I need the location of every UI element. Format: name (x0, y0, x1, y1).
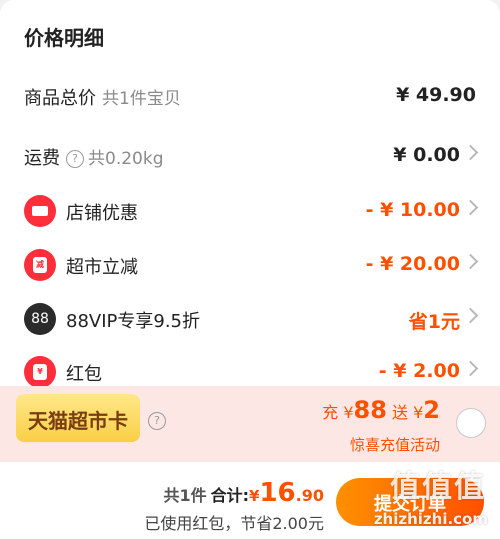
supermarket-card-badge: 天猫超市卡 (16, 394, 140, 442)
recharge-offer: 充 ¥88 送 ¥2 (322, 396, 440, 424)
vip-discount-row[interactable]: 88 88VIP专享9.5折 省1元 (0, 299, 500, 339)
red-packet-icon: ¥ (24, 356, 56, 388)
shipping-weight: 共0.20kg (88, 149, 164, 169)
chevron-right-icon (462, 199, 479, 216)
recharge-subtitle: 惊喜充值活动 (349, 436, 440, 454)
supermarket-card-promo[interactable]: 天猫超市卡 ? 充 ¥88 送 ¥2 惊喜充值活动 (0, 386, 500, 462)
goods-total-value: ¥ 49.90 (396, 84, 476, 106)
watermark-logo: 值值值 (390, 470, 486, 505)
shipping-row[interactable]: 运费? 共0.20kg ¥ 0.00 (0, 136, 500, 176)
shop-discount-label: 店铺优惠 (66, 203, 138, 224)
coupon-icon (24, 195, 56, 227)
discount-badge-icon: 减 (24, 249, 56, 281)
promo-select-radio[interactable] (456, 408, 486, 438)
shipping-value: ¥ 0.00 (393, 144, 460, 166)
item-count: 共1件 (163, 486, 207, 505)
chevron-right-icon (462, 307, 479, 324)
checkout-bar: 共1件 合计:¥16.90 已使用红包，节省2.00元 提交订单 值值值 zhiz… (0, 462, 500, 539)
goods-total-label: 商品总价 共1件宝贝 (24, 88, 181, 109)
goods-total-row: 商品总价 共1件宝贝 ¥ 49.90 (0, 76, 500, 116)
shop-discount-row[interactable]: 店铺优惠 - ¥ 10.00 (0, 191, 500, 231)
help-icon[interactable]: ? (66, 150, 84, 168)
chevron-right-icon (462, 253, 479, 270)
vip-88-icon: 88 (24, 303, 56, 335)
shipping-label: 运费? 共0.20kg (24, 148, 164, 169)
price-detail-card: 价格明细 商品总价 共1件宝贝 ¥ 49.90 运费? 共0.20kg ¥ 0.00… (0, 0, 500, 388)
chevron-right-icon (462, 360, 479, 377)
order-total: 共1件 合计:¥16.90 (163, 478, 324, 508)
chevron-right-icon (462, 144, 479, 161)
red-packet-label: 红包 (66, 364, 102, 385)
total-amount: 16 (259, 478, 296, 508)
red-packet-row[interactable]: ¥ 红包 - ¥ 2.00 (0, 352, 500, 388)
recharge-amount: 88 (353, 396, 387, 424)
vip-discount-label: 88VIP专享9.5折 (66, 311, 201, 332)
red-packet-value: - ¥ 2.00 (378, 360, 460, 382)
help-icon[interactable]: ? (148, 412, 166, 430)
market-discount-row[interactable]: 减 超市立减 - ¥ 20.00 (0, 245, 500, 285)
watermark-url: zhizhizhi.com (373, 510, 488, 528)
market-discount-value: - ¥ 20.00 (365, 253, 460, 275)
goods-count-text: 共1件宝贝 (102, 89, 181, 109)
page-title: 价格明细 (24, 26, 104, 50)
savings-text: 已使用红包，节省2.00元 (144, 514, 324, 533)
gift-amount: 2 (423, 396, 440, 424)
vip-discount-value: 省1元 (408, 311, 460, 333)
total-label: 合计: (210, 486, 250, 505)
market-discount-label: 超市立减 (66, 257, 138, 278)
shop-discount-value: - ¥ 10.00 (365, 199, 460, 221)
